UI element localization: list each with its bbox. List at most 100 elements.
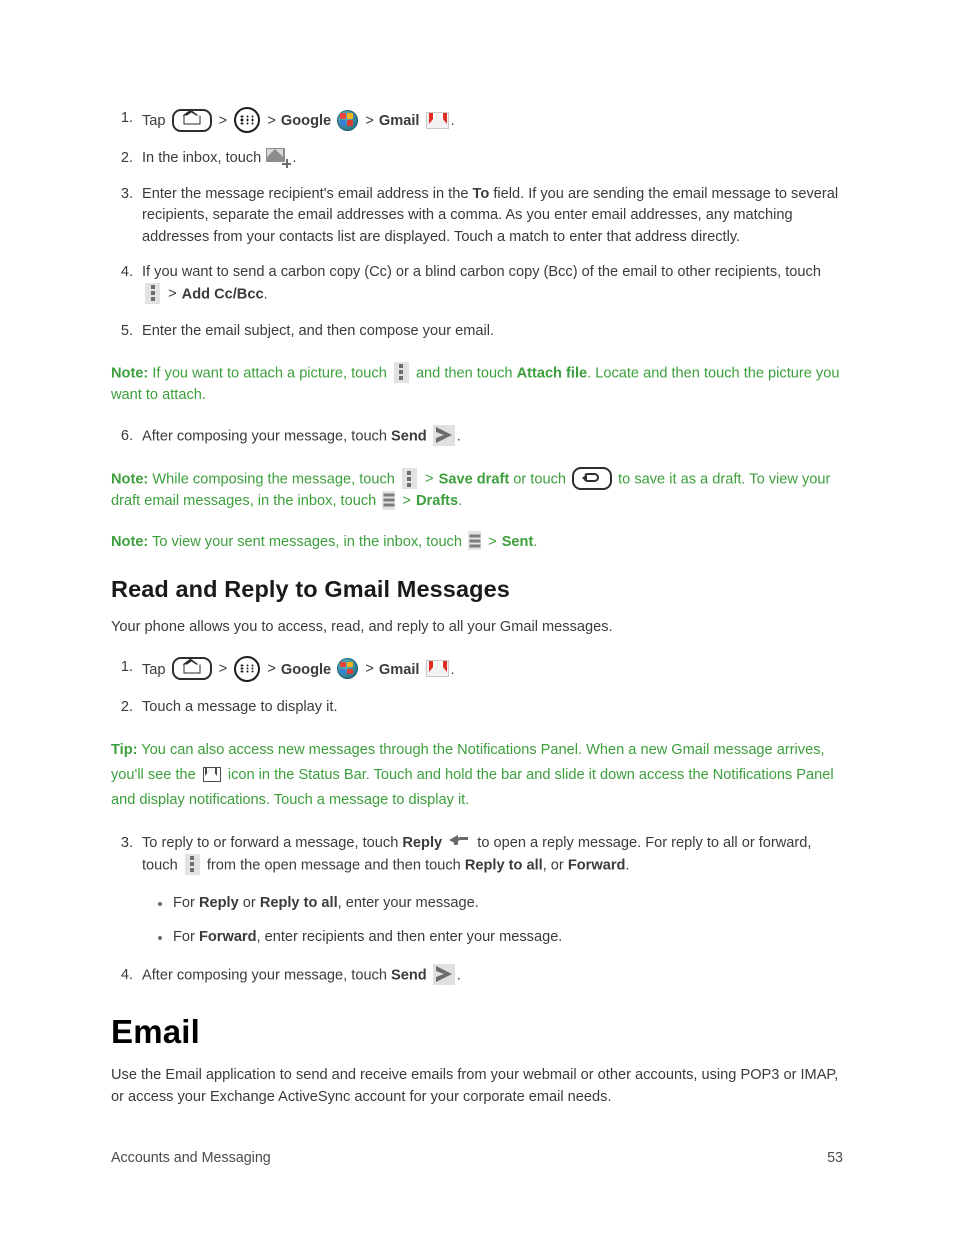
note-label: Note: — [111, 533, 149, 550]
email-section-body: Use the Email application to send and re… — [111, 1067, 839, 1105]
separator-chevron: > — [402, 493, 411, 510]
drafts-label: Drafts — [415, 493, 459, 510]
step-text: Tap — [142, 112, 166, 129]
overflow-menu-icon — [401, 468, 417, 490]
note-sent: Note: To view your sent messages, in the… — [111, 531, 843, 554]
gmail-app-icon — [425, 111, 449, 129]
google-folder-icon — [337, 658, 359, 680]
document-page: 1. Tap > > Google > Gmail . 2. In the in… — [0, 0, 954, 1235]
forward-label: Forward — [198, 928, 257, 945]
note-text: While composing the message, touch — [152, 471, 395, 488]
footer-section-label: Accounts and Messaging — [111, 1150, 271, 1166]
period: . — [458, 493, 463, 510]
period: . — [263, 285, 268, 302]
note-text: If you want to attach a picture, touch — [152, 365, 387, 382]
list-item: 1. Tap > > Google > Gmail . — [111, 655, 843, 683]
list-item: 2. In the inbox, touch . — [111, 148, 843, 170]
separator-chevron: > — [365, 661, 374, 678]
step-text: To reply to or forward a message, touch — [142, 835, 399, 852]
step-text: In the inbox, touch — [142, 150, 262, 166]
bullet-text-tail: , enter recipients and then enter your m… — [256, 928, 563, 945]
separator-chevron: > — [218, 661, 228, 678]
reply-icon — [449, 832, 470, 850]
section-heading-email: Email — [111, 1013, 201, 1051]
list-item: For Reply or Reply to all, enter your me… — [111, 893, 843, 915]
step-text: After composing your message, touch — [142, 967, 387, 984]
overflow-menu-icon — [184, 853, 200, 875]
list-item: For Forward, enter recipients and then e… — [111, 927, 843, 949]
list-menu-icon — [382, 490, 396, 510]
step-number: 2. — [120, 150, 133, 166]
back-key-icon — [572, 467, 613, 491]
page-number: 53 — [827, 1150, 843, 1166]
period: . — [292, 150, 297, 166]
add-cc-bcc-label: Add Cc/Bcc — [181, 285, 264, 302]
section-heading-read-reply: Read and Reply to Gmail Messages — [111, 576, 510, 603]
gmail-app-icon — [425, 660, 449, 678]
home-key-icon — [171, 657, 212, 681]
note-attach: Note: If you want to attach a picture, t… — [111, 361, 843, 406]
step-number: 4. — [120, 264, 133, 280]
note-text-continued: and then touch — [415, 365, 513, 382]
list-menu-icon — [468, 531, 482, 551]
period: . — [450, 112, 455, 129]
separator-chevron: > — [267, 112, 276, 129]
step-text-comma: , or — [542, 856, 564, 873]
attach-file-label: Attach file — [516, 365, 588, 382]
reply-all-label: Reply to all — [259, 895, 338, 912]
step-number: 3. — [120, 835, 133, 852]
gmail-status-bar-icon — [202, 766, 221, 782]
to-field-label: To — [472, 185, 490, 202]
step-number: 5. — [120, 323, 133, 340]
step-text: Enter the email subject, and then compos… — [142, 323, 495, 340]
separator-chevron: > — [425, 471, 434, 488]
separator-chevron: > — [488, 533, 497, 550]
step-text: Enter the message recipient's email addr… — [142, 185, 469, 202]
note-text: To view your sent messages, in the inbox… — [152, 533, 462, 550]
home-key-icon — [171, 108, 212, 132]
list-item: 5. Enter the email subject, and then com… — [111, 321, 843, 343]
tip-label: Tip: — [111, 742, 138, 759]
gmail-label: Gmail — [378, 112, 420, 129]
separator-chevron: > — [267, 661, 276, 678]
page-footer: Accounts and Messaging 53 — [111, 1150, 843, 1166]
note-save-draft: Note: While composing the message, touch… — [111, 467, 843, 513]
apps-drawer-icon — [234, 107, 261, 133]
step-number: 3. — [120, 185, 133, 202]
step-number: 4. — [120, 967, 133, 984]
bullet-text: For — [173, 928, 195, 945]
forward-label: Forward — [567, 856, 626, 873]
google-folder-icon — [337, 109, 359, 131]
step-text: Touch a message to display it. — [142, 698, 338, 715]
step-number: 2. — [120, 698, 133, 715]
overflow-menu-icon — [393, 361, 409, 383]
step-text-third: from the open message and then touch — [206, 856, 461, 873]
bullet-text-tail: , enter your message. — [337, 895, 479, 912]
tip-notifications-panel: Tip: You can also access new messages th… — [111, 738, 843, 813]
page-content: 1. Tap > > Google > Gmail . 2. In the in… — [111, 107, 843, 1122]
separator-chevron: > — [168, 285, 177, 302]
save-draft-label: Save draft — [438, 471, 510, 488]
period: . — [625, 856, 630, 873]
bullet-text-or: or — [242, 895, 256, 912]
list-item: 3. To reply to or forward a message, tou… — [111, 833, 843, 876]
send-icon — [432, 964, 455, 986]
note-text-continued: or touch — [513, 471, 566, 488]
step-number: 6. — [120, 428, 133, 445]
reply-all-label: Reply to all — [464, 856, 543, 873]
apps-drawer-icon — [234, 655, 261, 682]
google-label: Google — [280, 112, 332, 129]
list-item: 4. After composing your message, touch S… — [111, 964, 843, 987]
note-label: Note: — [111, 365, 149, 382]
period: . — [456, 428, 461, 445]
list-item: 4. If you want to send a carbon copy (Cc… — [111, 262, 843, 305]
separator-chevron: > — [218, 112, 228, 129]
period: . — [450, 661, 455, 678]
list-item: 2. Touch a message to display it. — [111, 697, 843, 719]
send-label: Send — [391, 428, 427, 445]
list-item: 3. Enter the message recipient's email a… — [111, 184, 843, 249]
period: . — [456, 967, 461, 984]
overflow-menu-icon — [145, 282, 160, 304]
gmail-label: Gmail — [378, 661, 420, 678]
send-label: Send — [391, 967, 427, 984]
